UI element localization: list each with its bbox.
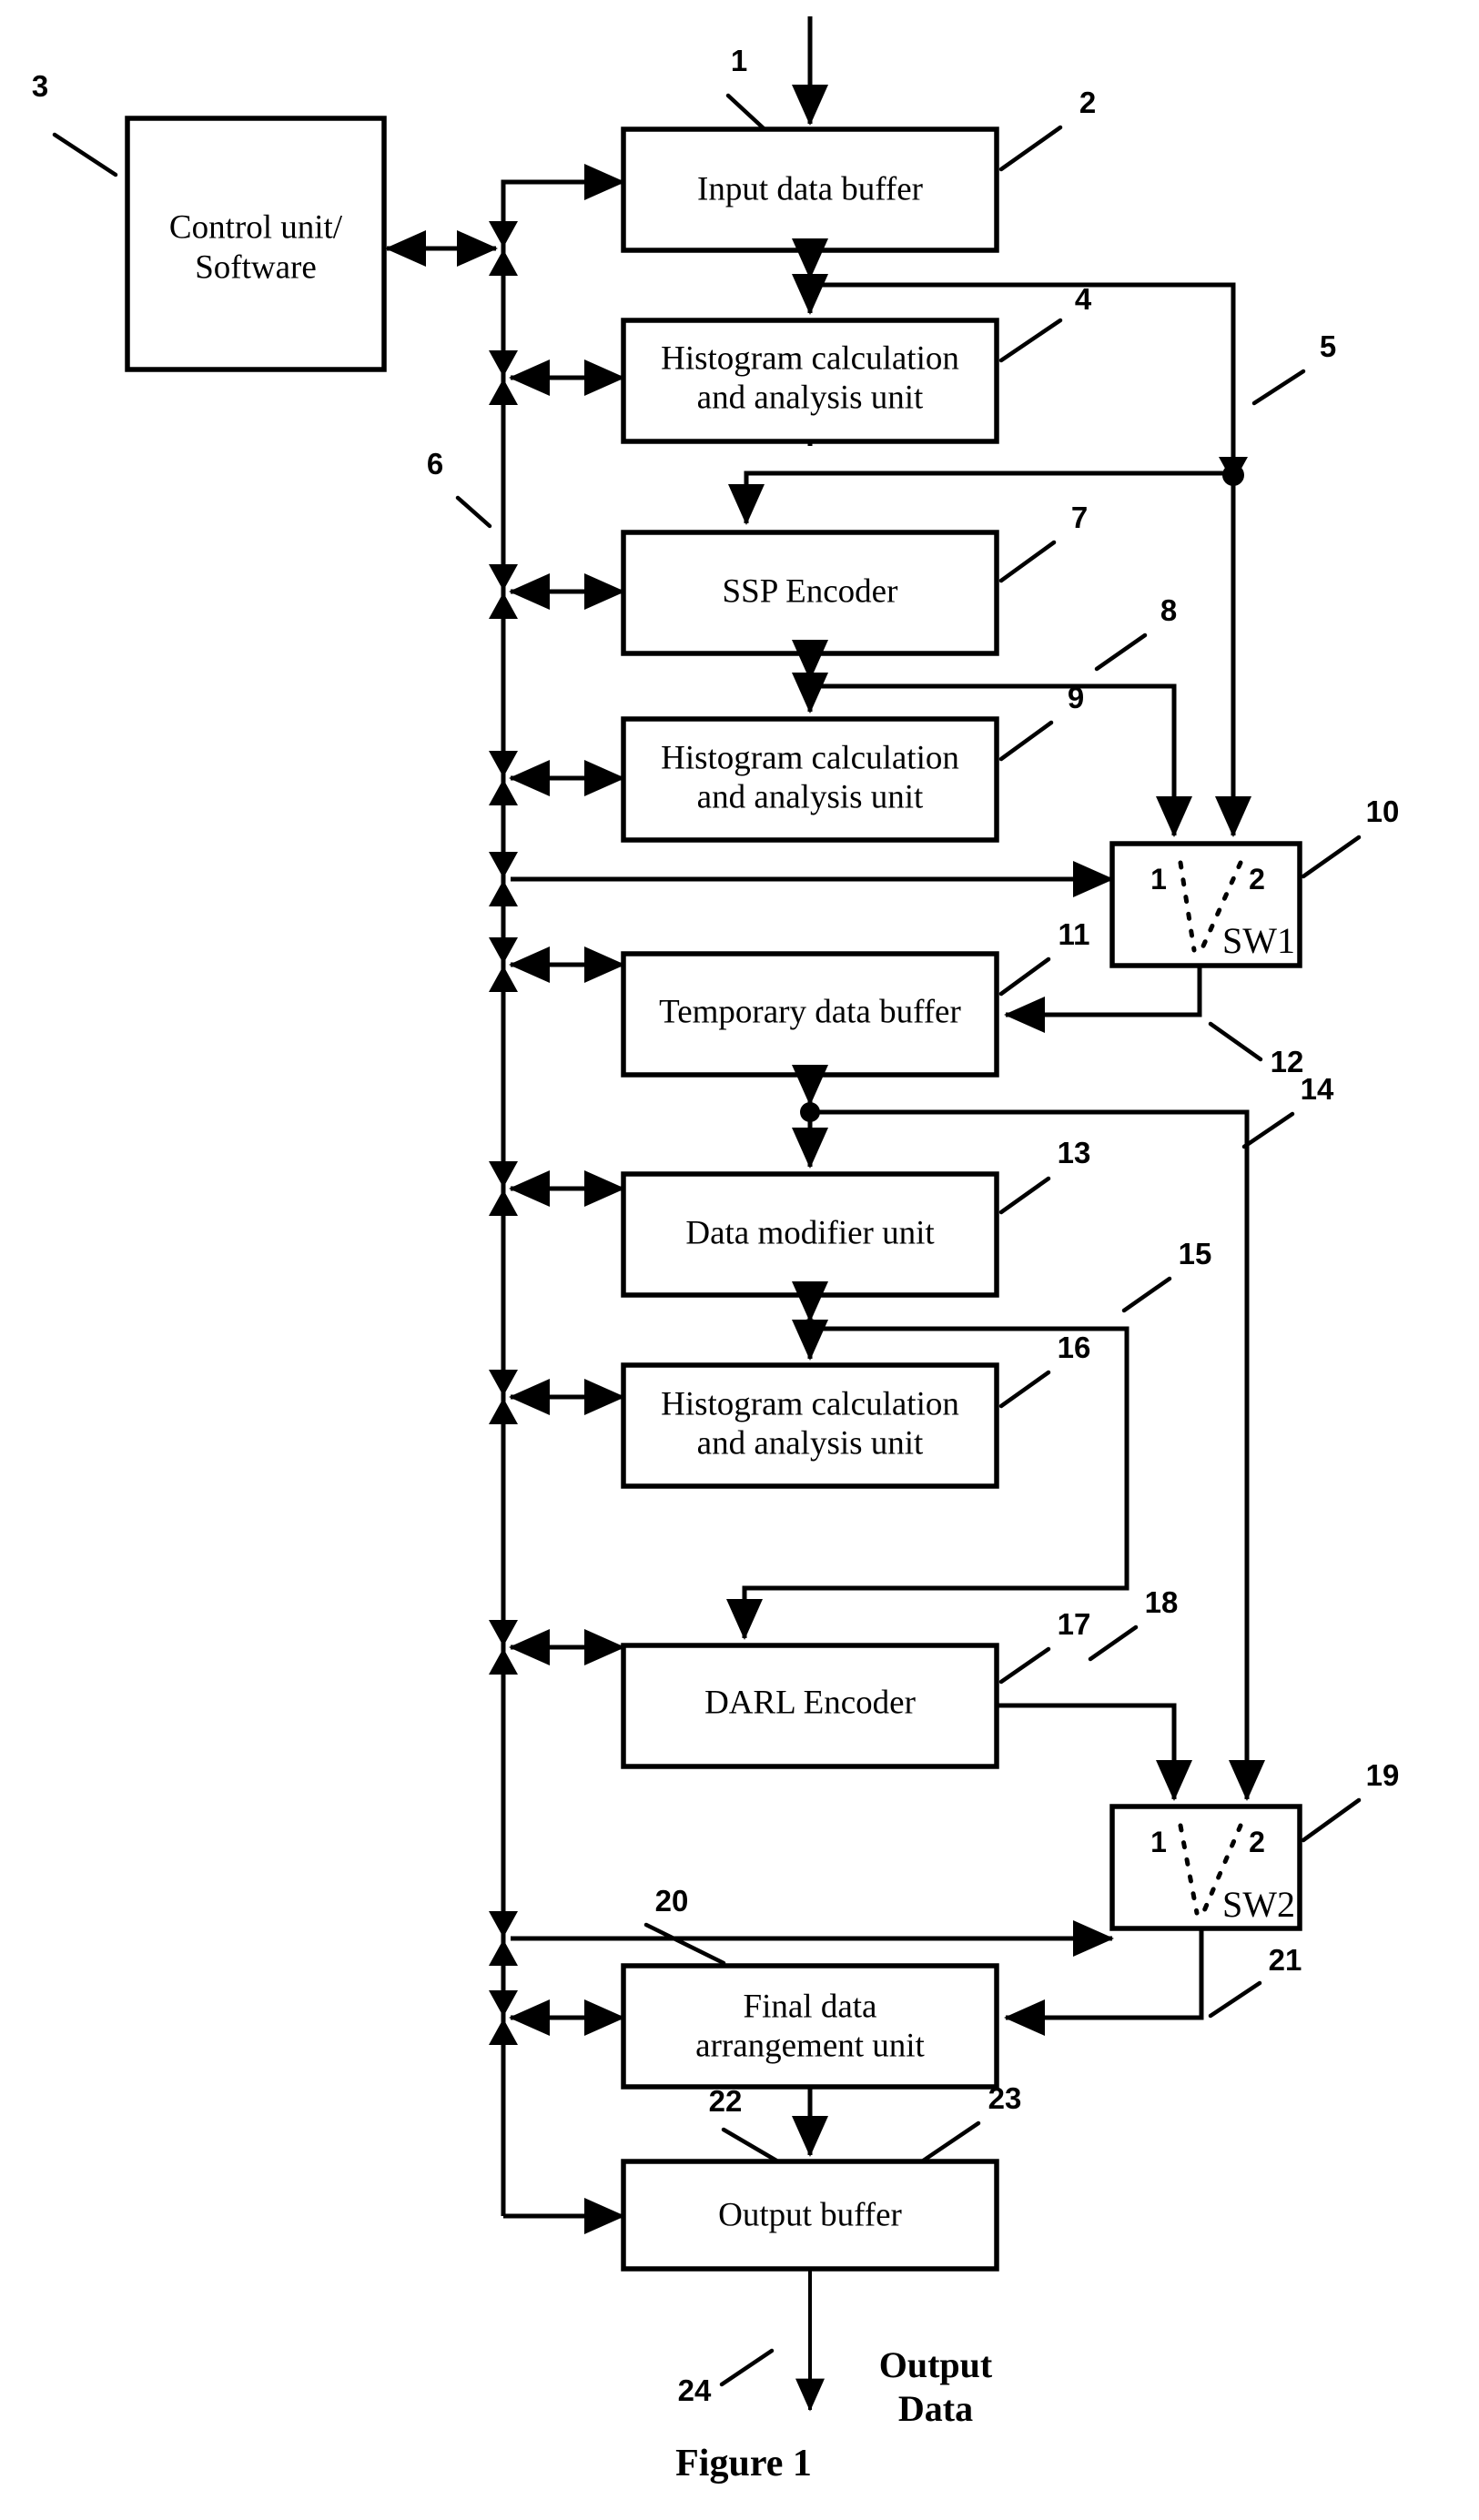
block-output-buffer-label: Output buffer	[718, 2196, 902, 2233]
block-darl-encoder-label: DARL Encoder	[704, 1684, 916, 1721]
ref-11-label: 11	[1059, 917, 1090, 951]
sw2-name-label: SW2	[1222, 1884, 1295, 1925]
ref-13-label: 13	[1058, 1136, 1091, 1169]
ref-10-label: 10	[1366, 794, 1400, 828]
block-histogram-3[interactable]: Histogram calculation and analysis unit	[621, 1362, 999, 1489]
switch-sw1[interactable]: 1 2 SW1	[1109, 841, 1302, 968]
block-histogram-1-line2: and analysis unit	[697, 379, 924, 416]
block-darl-encoder[interactable]: DARL Encoder	[621, 1643, 999, 1769]
sw2-port-1-label: 1	[1150, 1826, 1167, 1858]
ref-15-label: 15	[1179, 1237, 1212, 1270]
block-diagram-svg: Control unit/ Software Input data buffer…	[0, 0, 1479, 2520]
sw2-port-2-label: 2	[1249, 1826, 1265, 1858]
ref-17-label: 17	[1058, 1607, 1091, 1641]
ref-1-label: 1	[731, 44, 747, 77]
ref-7-label: 7	[1071, 501, 1088, 534]
block-histogram-2-line1: Histogram calculation	[661, 739, 959, 776]
block-data-modifier-unit-label: Data modifier unit	[685, 1214, 935, 1251]
output-data-line1: Output	[879, 2344, 993, 2385]
ref-3-label: 3	[32, 69, 48, 103]
ref-12-label: 12	[1271, 1045, 1304, 1078]
ref-2-label: 2	[1079, 86, 1096, 119]
block-histogram-1[interactable]: Histogram calculation and analysis unit	[621, 318, 999, 444]
block-output-buffer[interactable]: Output buffer	[621, 2159, 999, 2272]
block-ssp-encoder-label: SSP Encoder	[723, 572, 898, 610]
sw1-port-2-label: 2	[1249, 863, 1265, 896]
block-final-data-line2: arrangement unit	[695, 2027, 925, 2064]
block-histogram-3-line2: and analysis unit	[697, 1424, 924, 1462]
block-histogram-2-line2: and analysis unit	[697, 778, 924, 815]
ref-8-label: 8	[1160, 593, 1177, 627]
ref-21-label: 21	[1269, 1943, 1302, 1977]
patent-figure: Control unit/ Software Input data buffer…	[0, 0, 1479, 2520]
block-ssp-encoder[interactable]: SSP Encoder	[621, 530, 999, 656]
block-data-modifier-unit[interactable]: Data modifier unit	[621, 1171, 999, 1298]
block-control-unit-line2: Software	[195, 248, 317, 286]
block-temporary-data-buffer-label: Temporary data buffer	[659, 993, 961, 1030]
switch-sw2[interactable]: 1 2 SW2	[1109, 1804, 1302, 1931]
sw1-port-1-label: 1	[1150, 863, 1167, 896]
block-temporary-data-buffer[interactable]: Temporary data buffer	[621, 951, 999, 1078]
ref-6-label: 6	[427, 447, 443, 481]
ref-19-label: 19	[1366, 1758, 1400, 1792]
ref-20-label: 20	[655, 1884, 689, 1918]
output-data-line2: Data	[898, 2388, 973, 2429]
block-control-unit[interactable]: Control unit/ Software	[125, 116, 387, 372]
block-final-data-arrangement[interactable]: Final data arrangement unit	[621, 1963, 999, 2090]
ref-23-label: 23	[988, 2081, 1022, 2115]
block-final-data-line1: Final data	[744, 1988, 877, 2025]
block-control-unit-line1: Control unit/	[169, 208, 343, 246]
block-histogram-3-line1: Histogram calculation	[661, 1385, 959, 1422]
figure-caption: Figure 1	[675, 2443, 812, 2485]
block-input-data-buffer-label: Input data buffer	[697, 170, 923, 207]
ref-18-label: 18	[1145, 1585, 1179, 1619]
sw1-name-label: SW1	[1222, 920, 1295, 961]
ref-14-label: 14	[1301, 1072, 1334, 1106]
ref-22-label: 22	[709, 2084, 743, 2118]
block-histogram-2[interactable]: Histogram calculation and analysis unit	[621, 716, 999, 843]
block-histogram-1-line1: Histogram calculation	[661, 339, 959, 377]
ref-16-label: 16	[1058, 1331, 1091, 1364]
ref-24-label: 24	[678, 2373, 712, 2407]
ref-5-label: 5	[1320, 329, 1336, 363]
ref-9-label: 9	[1068, 681, 1084, 714]
figure-caption-text: Figure 1	[675, 2443, 812, 2485]
ref-4-label: 4	[1075, 282, 1092, 316]
block-input-data-buffer[interactable]: Input data buffer	[621, 127, 999, 253]
